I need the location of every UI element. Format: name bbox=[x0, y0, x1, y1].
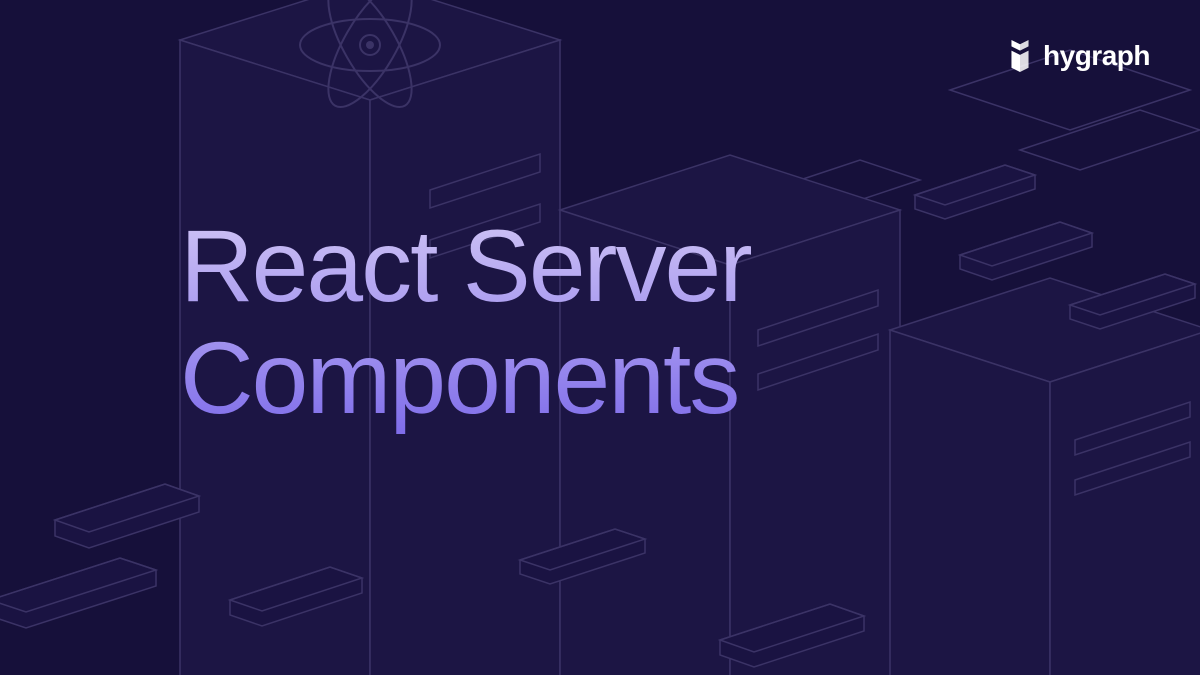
headline-line-2: Components bbox=[180, 321, 738, 435]
headline: React Server Components bbox=[180, 210, 751, 434]
hygraph-logo-icon bbox=[1007, 40, 1033, 72]
brand-logo: hygraph bbox=[1007, 40, 1150, 72]
headline-line-1: React Server bbox=[180, 209, 751, 323]
brand-name: hygraph bbox=[1043, 40, 1150, 72]
server-tower-right bbox=[890, 278, 1200, 675]
